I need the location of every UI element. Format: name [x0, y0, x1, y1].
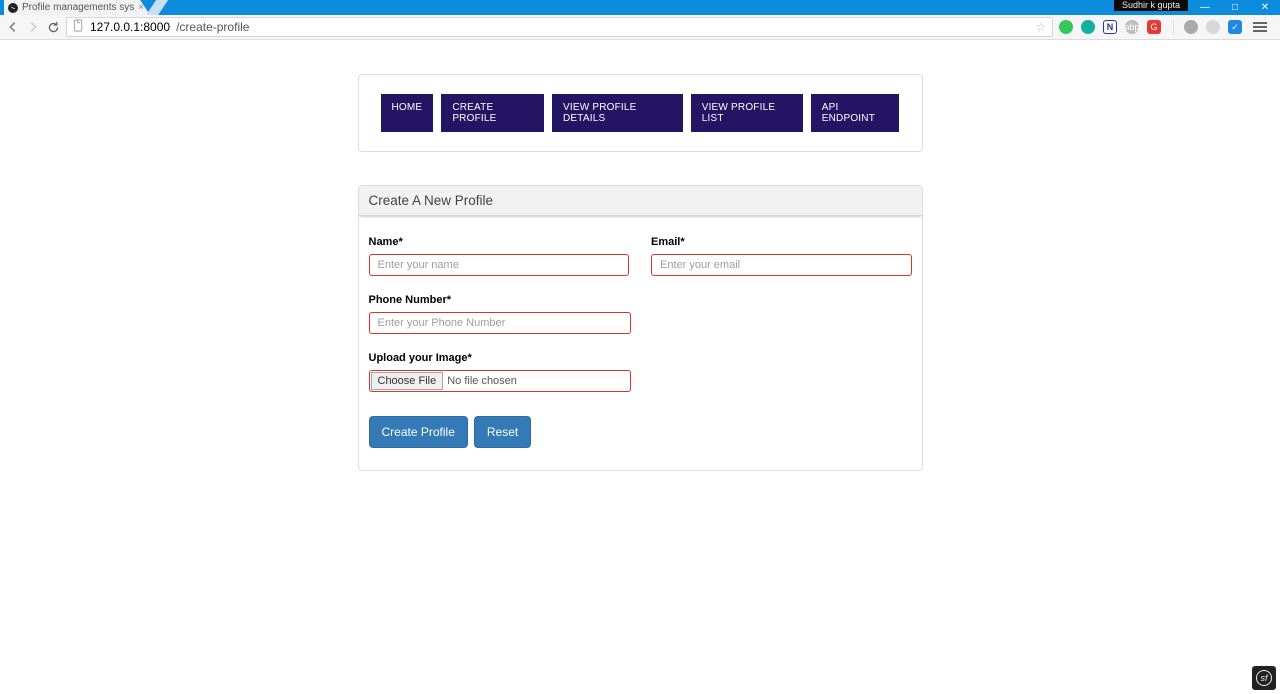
email-label: Email*: [651, 236, 912, 248]
nav-api-endpoint[interactable]: API ENDPOINT: [811, 94, 900, 132]
tab-title: Profile managements sys: [22, 0, 134, 15]
extension-icon[interactable]: N: [1103, 20, 1117, 34]
nav-view-profile-list[interactable]: VIEW PROFILE LIST: [691, 94, 803, 132]
back-icon[interactable]: [6, 20, 20, 34]
email-input[interactable]: [651, 254, 912, 276]
extension-icon[interactable]: [1206, 20, 1220, 34]
extension-icons: N abp G ✓: [1059, 19, 1274, 35]
phone-label: Phone Number*: [369, 294, 631, 306]
extension-icon[interactable]: G: [1147, 20, 1161, 34]
main-nav-panel: HOME CREATE PROFILE VIEW PROFILE DETAILS…: [358, 74, 923, 152]
close-tab-icon[interactable]: ×: [138, 0, 144, 15]
site-info-icon[interactable]: [73, 19, 84, 35]
symfony-toolbar-icon[interactable]: sf: [1252, 666, 1276, 690]
name-label: Name*: [369, 236, 630, 248]
new-tab-button[interactable]: [146, 0, 168, 15]
window-minimize-icon[interactable]: —: [1190, 0, 1220, 15]
create-profile-card: Create A New Profile Name* Email*: [358, 185, 923, 471]
forward-icon[interactable]: [26, 20, 40, 34]
window-close-icon[interactable]: ✕: [1250, 0, 1280, 15]
phone-input[interactable]: [369, 312, 631, 334]
image-file-input[interactable]: Choose File No file chosen: [369, 370, 631, 392]
url-host: 127.0.0.1:8000: [90, 20, 170, 34]
nav-create-profile[interactable]: CREATE PROFILE: [441, 94, 544, 132]
browser-toolbar: 127.0.0.1:8000/create-profile ☆ N abp G …: [0, 15, 1280, 40]
image-label: Upload your Image*: [369, 352, 631, 364]
choose-file-button[interactable]: Choose File: [371, 372, 444, 390]
favicon-icon: [8, 3, 18, 13]
chrome-user-badge[interactable]: Sudhir k gupta: [1114, 0, 1188, 11]
nav-view-profile-details[interactable]: VIEW PROFILE DETAILS: [552, 94, 683, 132]
create-profile-button[interactable]: Create Profile: [369, 416, 468, 448]
extension-icon[interactable]: ✓: [1228, 20, 1242, 34]
toolbar-separator: [1171, 20, 1174, 34]
name-input[interactable]: [369, 254, 630, 276]
reload-icon[interactable]: [46, 20, 60, 34]
chrome-menu-icon[interactable]: [1250, 19, 1270, 35]
browser-titlebar: Profile managements sys × Sudhir k gupta…: [0, 0, 1280, 15]
extension-icon[interactable]: [1081, 20, 1095, 34]
browser-tab[interactable]: Profile managements sys ×: [4, 0, 150, 15]
extension-icon[interactable]: abp: [1125, 20, 1139, 34]
card-title: Create A New Profile: [359, 186, 922, 216]
bookmark-star-icon[interactable]: ☆: [1035, 20, 1046, 34]
reset-button[interactable]: Reset: [474, 416, 531, 448]
nav-home[interactable]: HOME: [381, 94, 434, 132]
extension-icon[interactable]: [1059, 20, 1073, 34]
url-path: /create-profile: [176, 20, 249, 34]
extension-icon[interactable]: [1184, 20, 1198, 34]
window-maximize-icon[interactable]: □: [1220, 0, 1250, 15]
file-status-text: No file chosen: [447, 375, 517, 387]
address-bar[interactable]: 127.0.0.1:8000/create-profile ☆: [66, 17, 1053, 37]
